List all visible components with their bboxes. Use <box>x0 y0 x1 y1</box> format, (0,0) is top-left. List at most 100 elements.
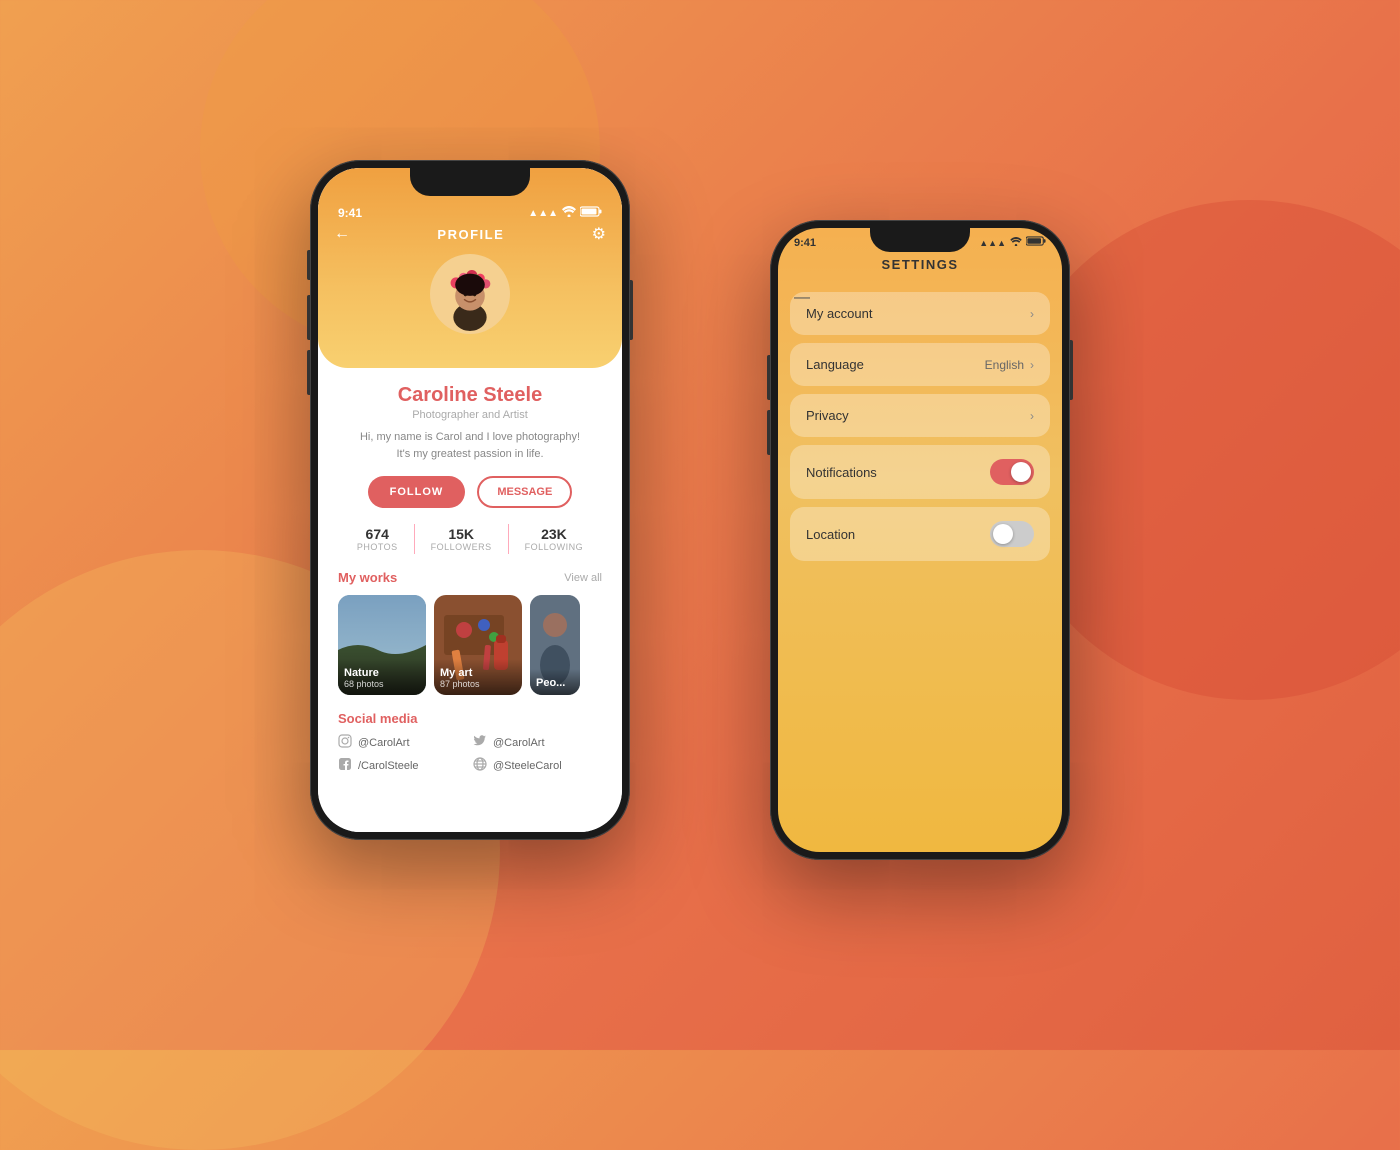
settings-phone-notch <box>870 228 970 252</box>
phone-profile-screen: 9:41 ▲▲▲ <box>318 168 622 832</box>
phone-profile: 9:41 ▲▲▲ <box>310 160 630 840</box>
profile-nav: ← PROFILE ⚙ <box>318 224 622 254</box>
notifications-label: Notifications <box>806 465 877 480</box>
instagram-handle: @CarolArt <box>358 737 410 749</box>
notifications-toggle-thumb <box>1011 462 1031 482</box>
volume-up-button <box>307 295 310 340</box>
following-count: 23K <box>525 526 584 542</box>
battery-icon <box>580 206 602 220</box>
volume-down-button <box>307 350 310 395</box>
social-section: Social media @CarolAr <box>338 711 602 774</box>
status-icons: ▲▲▲ <box>528 206 602 220</box>
followers-count: 15K <box>431 526 492 542</box>
stat-following: 23K FOLLOWING <box>509 526 600 552</box>
location-label: Location <box>806 527 855 542</box>
message-button[interactable]: MESSAGE <box>477 476 572 508</box>
social-title: Social media <box>338 711 602 726</box>
people-card-overlay: Peo... <box>530 669 580 695</box>
view-all-button[interactable]: View all <box>564 572 602 584</box>
avatar <box>430 254 510 334</box>
phone-settings-screen: 9:41 ▲▲▲ <box>778 228 1062 852</box>
works-row: Nature 68 photos <box>338 595 602 695</box>
language-value: English <box>985 358 1024 372</box>
location-toggle-thumb <box>993 524 1013 544</box>
art-title: My art <box>440 667 516 679</box>
works-section-header: My works View all <box>338 570 602 585</box>
privacy-chevron: › <box>1030 409 1034 423</box>
privacy-right: › <box>1030 409 1034 423</box>
phones-container: 9:41 ▲▲▲ <box>250 100 1150 950</box>
twitter-icon <box>473 734 487 751</box>
settings-item-language[interactable]: Language English › <box>790 343 1050 386</box>
notifications-toggle[interactable] <box>990 459 1034 485</box>
account-label: My account <box>806 306 872 321</box>
stat-followers: 15K FOLLOWERS <box>415 526 508 552</box>
photos-label: PHOTOS <box>357 542 398 552</box>
volume-down-button-2 <box>767 410 770 455</box>
profile-body: Caroline Steele Photographer and Artist … <box>318 368 622 832</box>
works-title: My works <box>338 570 397 585</box>
settings-back-button[interactable]: — <box>794 289 810 307</box>
twitter-handle: @CarolArt <box>493 737 545 749</box>
phone-notch <box>410 168 530 196</box>
account-chevron: › <box>1030 307 1034 321</box>
screen-title: PROFILE <box>350 227 592 242</box>
power-button <box>630 280 633 340</box>
facebook-icon <box>338 757 352 774</box>
social-facebook[interactable]: /CarolSteele <box>338 757 467 774</box>
settings-status-time: 9:41 <box>794 237 816 249</box>
social-instagram[interactable]: @CarolArt <box>338 734 467 751</box>
nature-count: 68 photos <box>344 679 420 689</box>
work-card-nature[interactable]: Nature 68 photos <box>338 595 426 695</box>
settings-item-location: Location <box>790 507 1050 561</box>
facebook-handle: /CarolSteele <box>358 760 419 772</box>
signal-icon: ▲▲▲ <box>528 208 558 219</box>
power-button-2 <box>1070 340 1073 400</box>
avatar-container <box>318 254 622 334</box>
art-card-overlay: My art 87 photos <box>434 659 522 695</box>
nature-title: Nature <box>344 667 420 679</box>
language-label: Language <box>806 357 864 372</box>
social-grid: @CarolArt @CarolArt <box>338 734 602 774</box>
language-chevron: › <box>1030 358 1034 372</box>
photos-count: 674 <box>357 526 398 542</box>
social-globe[interactable]: @SteeleCarol <box>473 757 602 774</box>
profile-header: 9:41 ▲▲▲ <box>318 168 622 368</box>
profile-subtitle: Photographer and Artist <box>338 409 602 421</box>
settings-screen-title: SETTINGS <box>778 253 1062 284</box>
social-twitter[interactable]: @CarolArt <box>473 734 602 751</box>
account-right: › <box>1030 307 1034 321</box>
settings-button[interactable]: ⚙ <box>592 224 606 244</box>
instagram-icon <box>338 734 352 751</box>
location-toggle[interactable] <box>990 521 1034 547</box>
mute-button <box>307 250 310 280</box>
settings-item-privacy[interactable]: Privacy › <box>790 394 1050 437</box>
globe-icon <box>473 757 487 774</box>
work-card-art[interactable]: My art 87 photos <box>434 595 522 695</box>
status-time: 9:41 <box>338 206 362 220</box>
stat-photos: 674 PHOTOS <box>341 526 414 552</box>
stats-row: 674 PHOTOS 15K FOLLOWERS 23K FOLLOWING <box>338 524 602 554</box>
work-card-people[interactable]: Peo... <box>530 595 580 695</box>
settings-list: My account › Language English › <box>778 292 1062 561</box>
phone-settings: 9:41 ▲▲▲ <box>770 220 1070 860</box>
followers-label: FOLLOWERS <box>431 542 492 552</box>
settings-battery-icon <box>1026 236 1046 249</box>
settings-signal-icon: ▲▲▲ <box>979 238 1006 248</box>
language-right: English › <box>985 358 1034 372</box>
settings-item-notifications: Notifications <box>790 445 1050 499</box>
profile-actions: FOLLOW MESSAGE <box>338 476 602 508</box>
globe-handle: @SteeleCarol <box>493 760 562 772</box>
art-count: 87 photos <box>440 679 516 689</box>
follow-button[interactable]: FOLLOW <box>368 476 466 508</box>
settings-screen: 9:41 ▲▲▲ <box>778 228 1062 852</box>
settings-item-account[interactable]: My account › <box>790 292 1050 335</box>
status-bar: 9:41 ▲▲▲ <box>318 198 622 224</box>
nature-card-overlay: Nature 68 photos <box>338 659 426 695</box>
back-button[interactable]: ← <box>334 225 350 243</box>
profile-screen: 9:41 ▲▲▲ <box>318 168 622 832</box>
profile-bio: Hi, my name is Carol and I love photogra… <box>338 429 602 462</box>
profile-name: Caroline Steele <box>338 384 602 407</box>
settings-wifi-icon <box>1010 237 1022 249</box>
volume-up-button-2 <box>767 355 770 400</box>
